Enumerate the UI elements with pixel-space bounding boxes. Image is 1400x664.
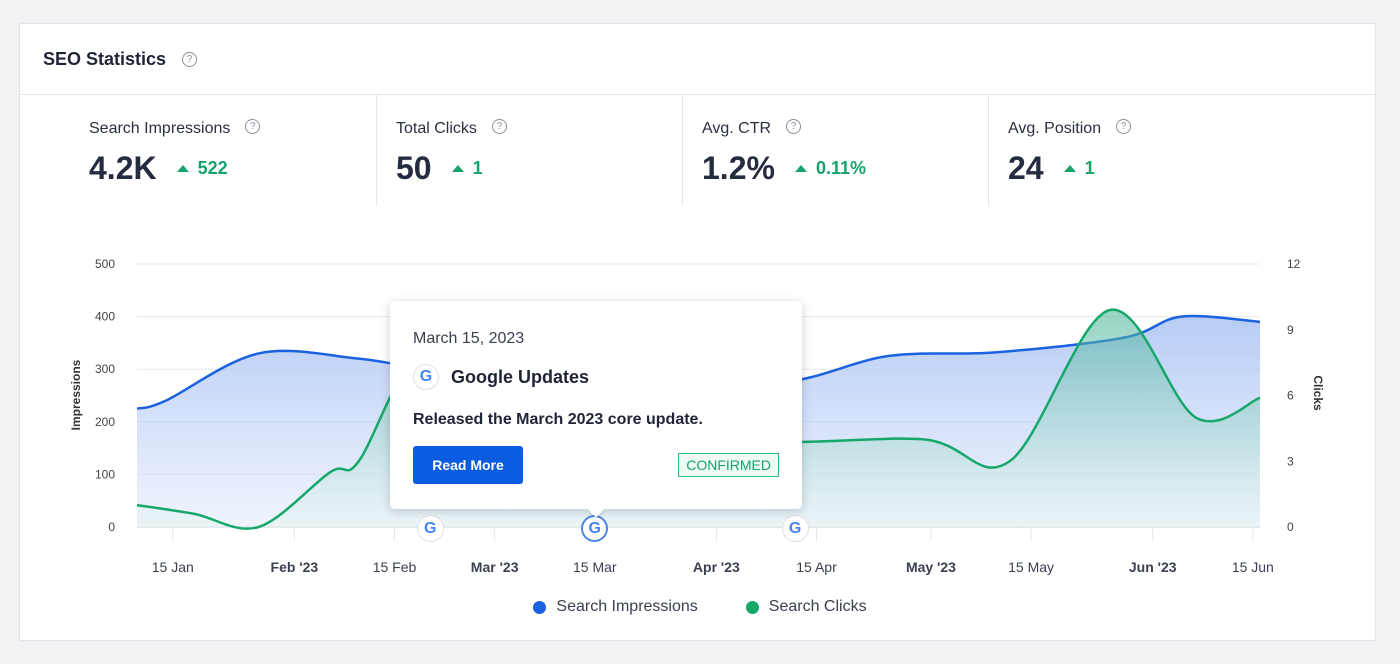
google-icon: G [413,364,439,390]
y2-tick-label: 3 [1287,454,1294,468]
tooltip-description: Released the March 2023 core update. [413,411,703,428]
y-tick-label: 0 [108,520,115,534]
x-tick-label: Apr '23 [693,559,740,575]
google-update-marker[interactable]: G [581,515,609,542]
x-tick-label: May '23 [906,559,956,575]
legend-dot [745,600,759,614]
read-more-button[interactable]: Read More [413,446,523,484]
x-tick-label: Jun '23 [1129,559,1177,575]
legend-dot [533,600,547,614]
y2-axis-title: Clicks [1311,375,1325,411]
y-axis-title: Impressions [69,359,83,430]
y-tick-label: 300 [95,362,115,376]
confirmed-badge: CONFIRMED [678,453,779,477]
x-tick-label: 15 Apr [796,559,837,575]
chart-legend: Search Impressions Search Clicks [0,598,1400,616]
google-icon: G [416,515,444,542]
y-tick-label: 200 [95,415,115,429]
x-tick-label: 15 Jan [152,559,194,575]
event-tooltip: March 15, 2023 G Google Updates Released … [390,301,802,518]
x-tick-label: 15 Jun [1232,559,1274,575]
legend-label: Search Clicks [768,598,867,615]
y2-tick-label: 9 [1287,323,1294,337]
x-tick-label: Mar '23 [471,559,519,575]
google-update-marker[interactable]: G [781,515,809,542]
tooltip-date: March 15, 2023 [413,330,525,347]
google-update-marker[interactable]: G [416,515,444,542]
y2-tick-label: 6 [1287,389,1294,403]
legend-item-impressions[interactable]: Search Impressions [533,598,698,616]
x-tick-label: 15 Feb [373,559,417,575]
legend-label: Search Impressions [556,598,698,615]
google-icon: G [581,515,609,542]
legend-item-clicks[interactable]: Search Clicks [745,598,867,616]
x-tick-label: Feb '23 [271,559,319,575]
google-icon: G [781,515,809,542]
tooltip-title: Google Updates [451,366,590,387]
y2-tick-label: 12 [1287,257,1301,271]
y-tick-label: 500 [95,257,115,271]
x-tick-label: 15 May [1008,559,1054,575]
y2-tick-label: 0 [1287,520,1294,534]
y-tick-label: 100 [95,467,115,481]
x-tick-label: 15 Mar [573,559,617,575]
y-tick-label: 400 [95,310,115,324]
